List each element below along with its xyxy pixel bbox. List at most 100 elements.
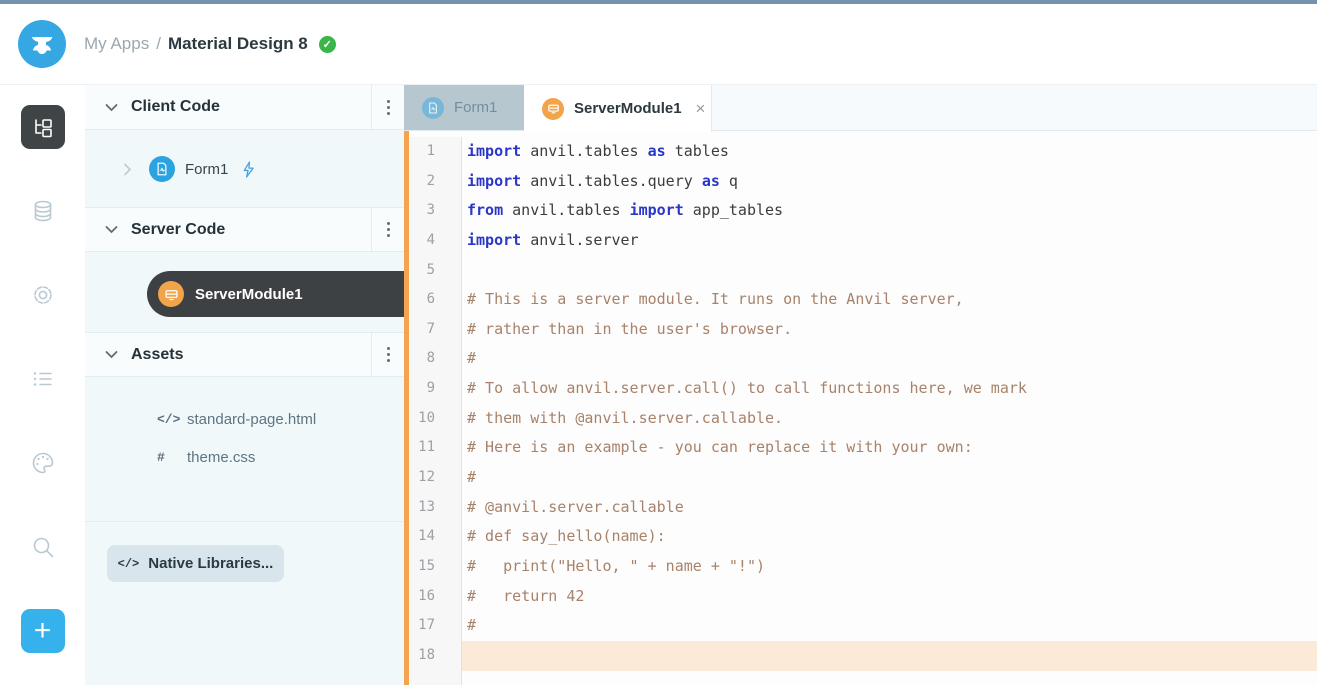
- rail-item-logs[interactable]: [21, 357, 65, 401]
- kebab-icon: [387, 100, 390, 115]
- app-title[interactable]: Material Design 8: [168, 34, 308, 54]
- code-line[interactable]: #: [462, 463, 1317, 493]
- code-tag-icon: </>: [157, 412, 187, 427]
- section-header-client-code[interactable]: Client Code: [85, 85, 404, 130]
- code-token: # them with @anvil.server.callable.: [467, 409, 783, 427]
- tab-servermodule1[interactable]: ServerModule1 ×: [524, 85, 712, 132]
- breadcrumb-my-apps[interactable]: My Apps: [84, 34, 149, 54]
- client-code-menu-button[interactable]: [371, 85, 404, 129]
- breadcrumb: My Apps / Material Design 8 ✓: [84, 34, 336, 54]
- editor-line: 15# print("Hello, " + name + "!"): [409, 552, 1317, 582]
- code-line[interactable]: # rather than in the user's browser.: [462, 315, 1317, 345]
- file-panel: Client Code Form1: [85, 85, 404, 685]
- anvil-logo[interactable]: [18, 20, 66, 68]
- code-line[interactable]: import anvil.server: [462, 226, 1317, 256]
- app-header: My Apps / Material Design 8 ✓: [0, 4, 1317, 85]
- code-token: # Here is an example - you can replace i…: [467, 438, 973, 456]
- breadcrumb-separator: /: [156, 34, 161, 54]
- code-line[interactable]: # @anvil.server.callable: [462, 493, 1317, 523]
- gear-icon: [29, 281, 57, 309]
- chevron-down-icon: [105, 103, 118, 112]
- add-button[interactable]: +: [21, 609, 65, 653]
- editor-line: 14# def say_hello(name):: [409, 522, 1317, 552]
- code-line[interactable]: # This is a server module. It runs on th…: [462, 285, 1317, 315]
- editor-column: Form1 ServerModule1 × 1import anvil.tabl…: [404, 85, 1317, 685]
- tree-item-form1[interactable]: Form1: [85, 144, 404, 194]
- code-line[interactable]: # Here is an example - you can replace i…: [462, 433, 1317, 463]
- panel-bottom: </> Native Libraries...: [85, 521, 404, 685]
- rail-item-search[interactable]: [21, 525, 65, 569]
- code-tag-icon: </>: [118, 557, 140, 571]
- assets-menu-button[interactable]: [371, 333, 404, 376]
- line-number: 13: [409, 493, 462, 523]
- code-filler[interactable]: [462, 671, 1317, 685]
- chevron-right-icon[interactable]: [123, 163, 132, 176]
- code-token: tables: [666, 142, 729, 160]
- editor-line: 16# return 42: [409, 582, 1317, 612]
- tree-item-servermodule1-selected[interactable]: ServerModule1: [147, 271, 404, 317]
- code-line[interactable]: from anvil.tables import app_tables: [462, 196, 1317, 226]
- code-line[interactable]: # them with @anvil.server.callable.: [462, 404, 1317, 434]
- editor-line: 5: [409, 256, 1317, 286]
- native-libraries-label: Native Libraries...: [148, 555, 273, 572]
- rail-item-theme[interactable]: [21, 441, 65, 485]
- section-title: Server Code: [131, 221, 371, 239]
- editor-line: 3from anvil.tables import app_tables: [409, 196, 1317, 226]
- server-icon: [542, 98, 564, 120]
- tab-label: Form1: [454, 99, 497, 116]
- list-icon: [29, 365, 57, 393]
- editor-line: 4import anvil.server: [409, 226, 1317, 256]
- rail-item-settings[interactable]: [21, 273, 65, 317]
- editor-line: 2import anvil.tables.query as q: [409, 167, 1317, 197]
- panel-divider-orange[interactable]: [404, 131, 409, 685]
- section-header-server-code[interactable]: Server Code: [85, 207, 404, 252]
- line-number: 18: [409, 641, 462, 671]
- asset-item-theme-css[interactable]: # theme.css: [85, 438, 404, 476]
- tab-form1[interactable]: Form1: [404, 85, 524, 130]
- code-line[interactable]: # print("Hello, " + name + "!"): [462, 552, 1317, 582]
- section-header-assets[interactable]: Assets: [85, 332, 404, 377]
- form-icon: [422, 97, 444, 119]
- server-code-menu-button[interactable]: [371, 208, 404, 251]
- code-line[interactable]: #: [462, 344, 1317, 374]
- line-number: 4: [409, 226, 462, 256]
- code-line[interactable]: import anvil.tables as tables: [462, 137, 1317, 167]
- code-token: import: [467, 231, 521, 249]
- code-editor[interactable]: 1import anvil.tables as tables2import an…: [404, 131, 1317, 685]
- code-line[interactable]: #: [462, 611, 1317, 641]
- code-token: # @anvil.server.callable: [467, 498, 684, 516]
- form-icon: [149, 156, 175, 182]
- gutter-filler: [409, 671, 462, 685]
- tree-item-label: Form1: [185, 161, 228, 178]
- code-token: # def say_hello(name):: [467, 527, 666, 545]
- code-token: import: [467, 172, 521, 190]
- code-token: app_tables: [684, 201, 783, 219]
- editor-line: 6# This is a server module. It runs on t…: [409, 285, 1317, 315]
- code-line[interactable]: [462, 256, 1317, 286]
- code-token: as: [702, 172, 720, 190]
- line-number: 8: [409, 344, 462, 374]
- asset-label: theme.css: [187, 449, 255, 466]
- editor-line: 11# Here is an example - you can replace…: [409, 433, 1317, 463]
- chevron-down-icon: [105, 225, 118, 234]
- rail-item-data-tables[interactable]: [21, 189, 65, 233]
- close-tab-icon[interactable]: ×: [696, 99, 706, 119]
- code-line[interactable]: # To allow anvil.server.call() to call f…: [462, 374, 1317, 404]
- editor-line: 18: [409, 641, 1317, 671]
- anvil-ide-window: My Apps / Material Design 8 ✓: [0, 0, 1317, 685]
- code-line[interactable]: # return 42: [462, 582, 1317, 612]
- asset-item-standard-page[interactable]: </> standard-page.html: [85, 400, 404, 438]
- code-token: #: [467, 616, 476, 634]
- code-token: #: [467, 468, 476, 486]
- code-token: as: [648, 142, 666, 160]
- code-line[interactable]: import anvil.tables.query as q: [462, 167, 1317, 197]
- native-libraries-button[interactable]: </> Native Libraries...: [107, 545, 284, 582]
- kebab-icon: [387, 347, 390, 362]
- code-token: # To allow anvil.server.call() to call f…: [467, 379, 1027, 397]
- code-line[interactable]: # def say_hello(name):: [462, 522, 1317, 552]
- code-token: import: [467, 142, 521, 160]
- palette-icon: [29, 449, 57, 477]
- rail-item-app-structure[interactable]: [21, 105, 65, 149]
- asset-label: standard-page.html: [187, 411, 316, 428]
- code-line-active[interactable]: [462, 641, 1317, 671]
